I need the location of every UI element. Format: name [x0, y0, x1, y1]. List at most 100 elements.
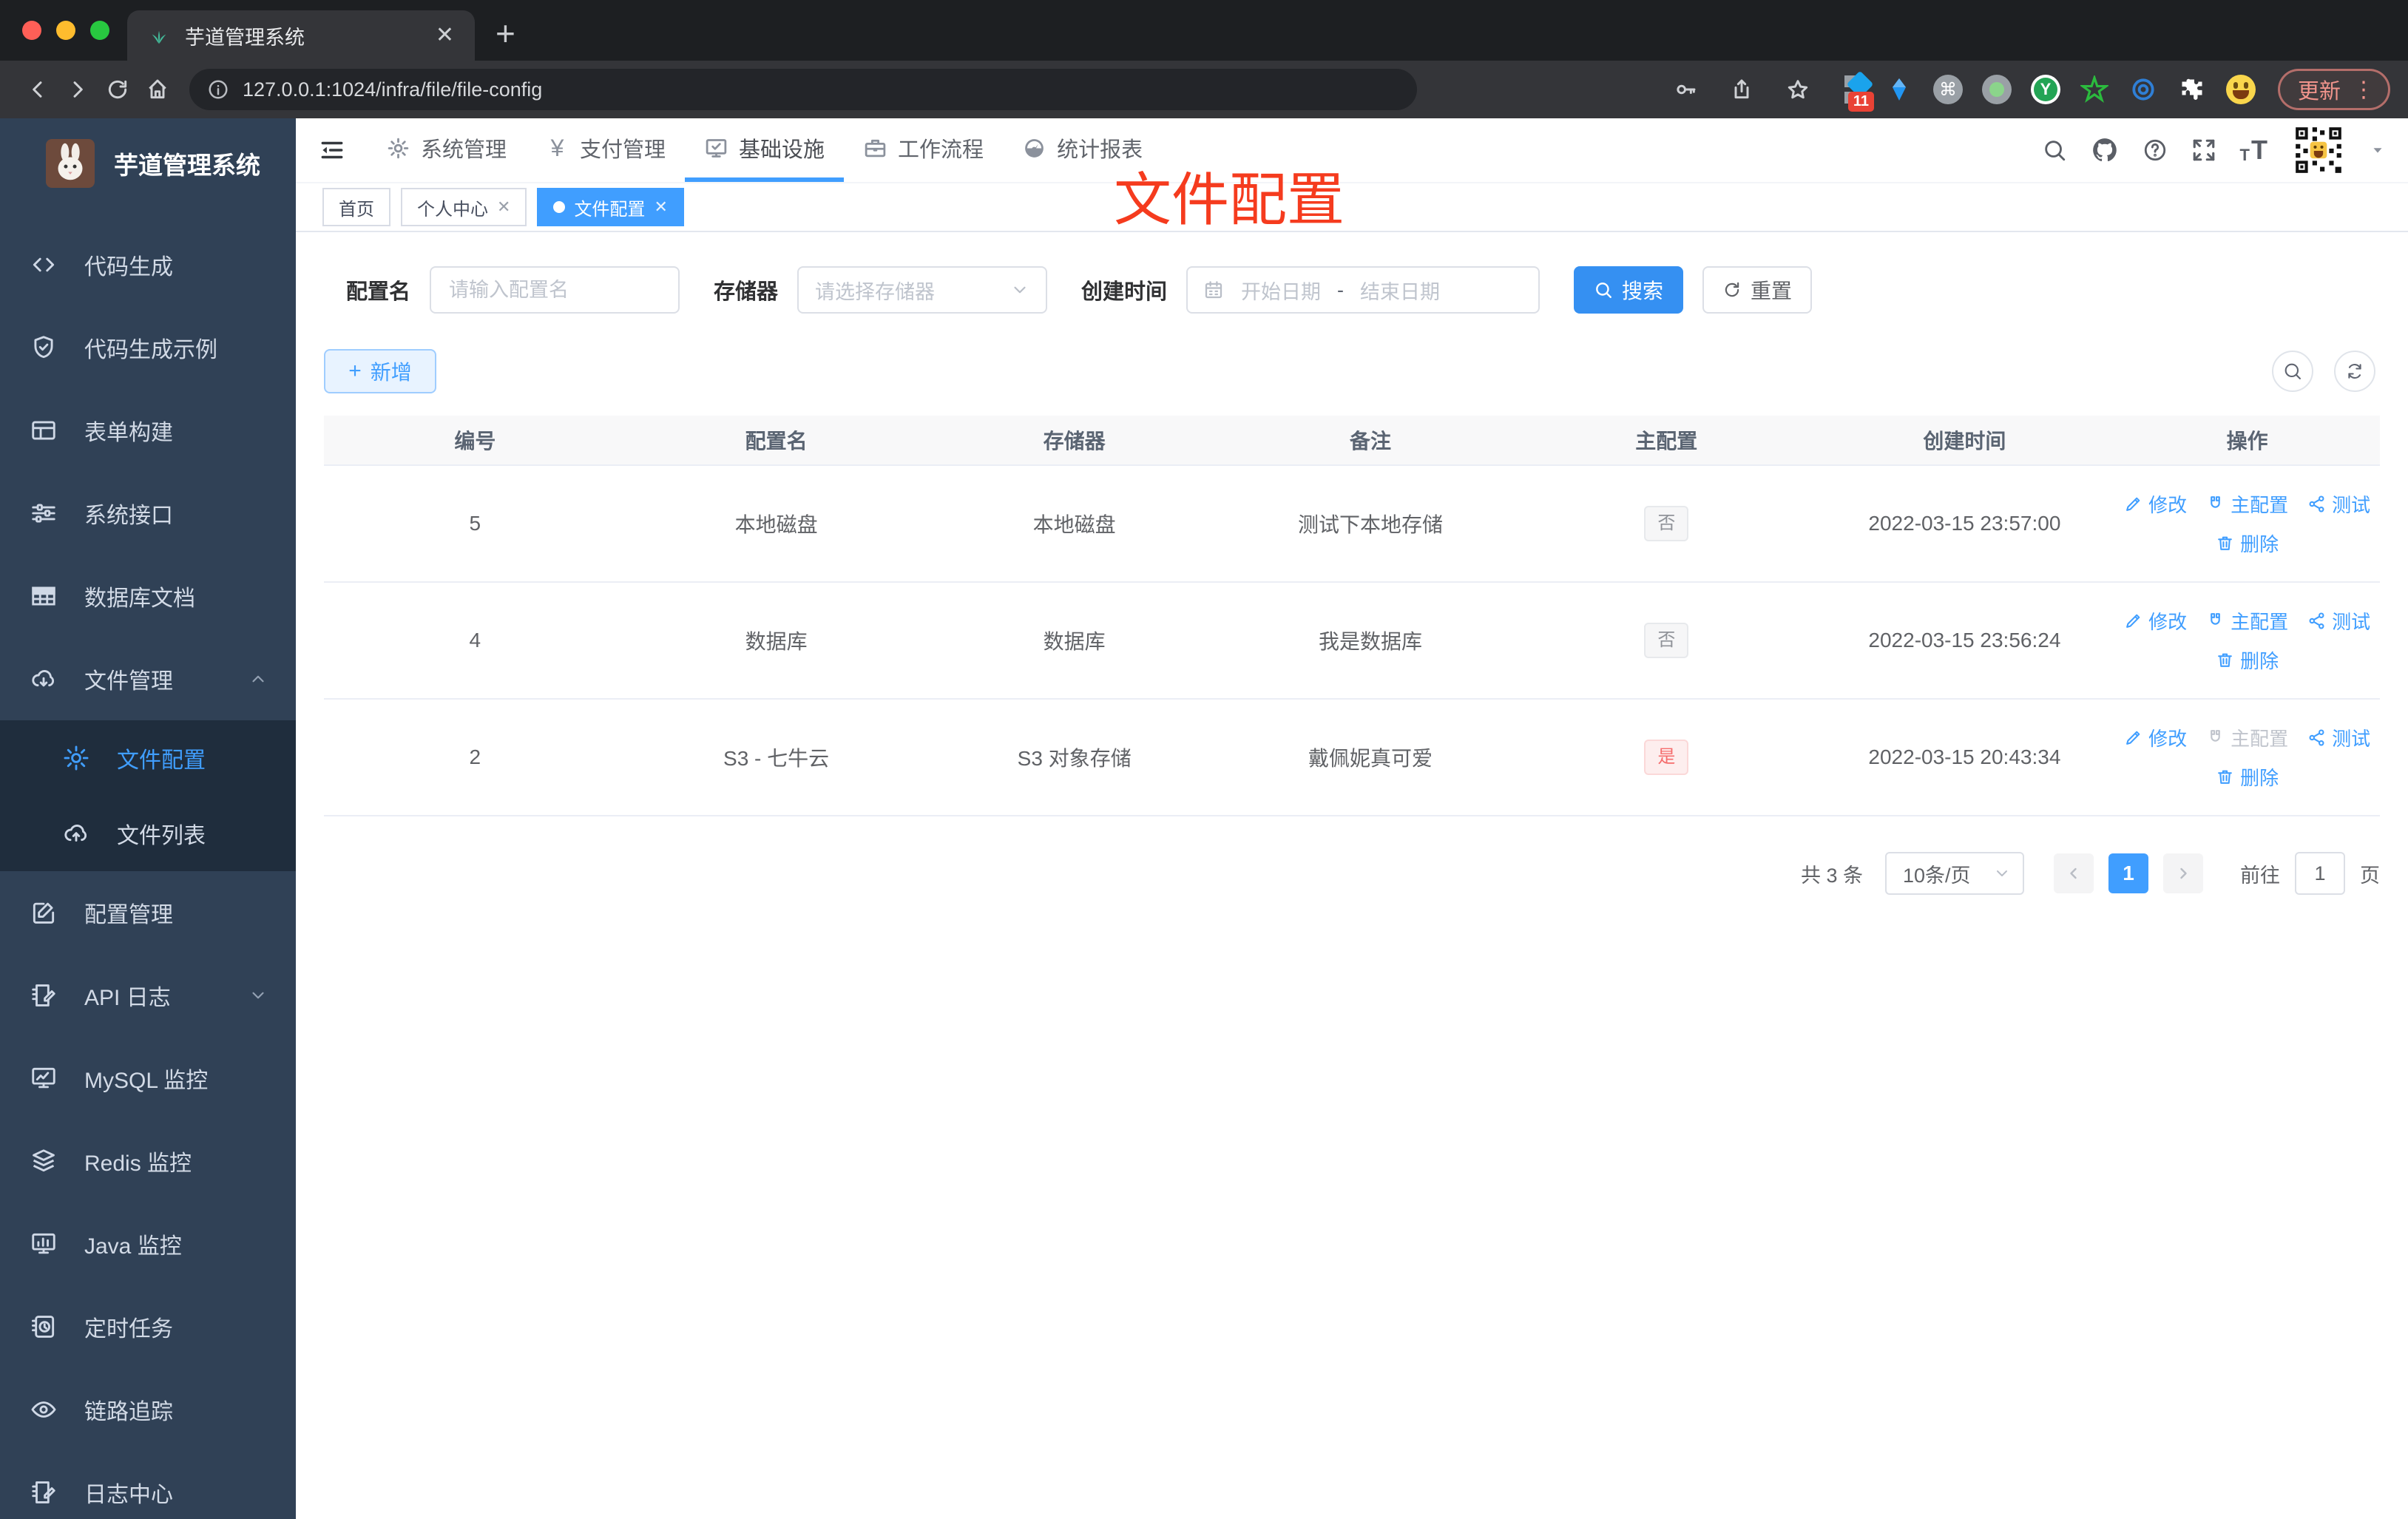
sidebar-item-db-doc[interactable]: 数据库文档	[0, 555, 296, 637]
window-close-button[interactable]	[22, 21, 41, 40]
magnifier-icon	[1596, 283, 1611, 298]
fullscreen-icon[interactable]	[2191, 138, 2216, 163]
browser-tab[interactable]: 芋道管理系统 ✕	[127, 10, 475, 61]
sidebar-item-system-api[interactable]: 系统接口	[0, 472, 296, 555]
table-search-toggle-icon[interactable]	[2272, 351, 2313, 392]
sidebar-item-file-config[interactable]: 文件配置	[0, 720, 296, 796]
browser-update-button[interactable]: 更新 ⋮	[2277, 69, 2390, 110]
config-name-input[interactable]	[430, 266, 680, 314]
goto-page: 前往 页	[2240, 852, 2380, 895]
forward-icon[interactable]	[58, 70, 98, 109]
reset-button[interactable]: 重置	[1702, 266, 1813, 314]
goto-page-input[interactable]	[2295, 852, 2345, 895]
sidebar-item-java-monitor[interactable]: Java 监控	[0, 1202, 296, 1285]
sidebar-item-file-management[interactable]: 文件管理	[0, 637, 296, 720]
tab-payment-management[interactable]: ¥ 支付管理	[526, 118, 685, 182]
sidebar-item-file-list[interactable]: 文件列表	[0, 796, 296, 871]
test-link[interactable]: 测试	[2307, 607, 2370, 635]
sidebar-item-api-log[interactable]: API 日志	[0, 954, 296, 1037]
share-icon[interactable]	[1722, 70, 1762, 109]
sidebar-collapse-icon[interactable]	[318, 136, 346, 164]
magnet-icon	[2211, 613, 2220, 625]
sidebar-item-redis-monitor[interactable]: Redis 监控	[0, 1120, 296, 1202]
tab-close-icon[interactable]: ✕	[436, 24, 454, 47]
sidebar-item-label: 代码生成示例	[84, 338, 217, 362]
new-tab-button[interactable]: +	[496, 16, 515, 50]
sidebar-item-scheduled-tasks[interactable]: 定时任务	[0, 1285, 296, 1368]
extension-tiles-icon[interactable]: 11	[1834, 70, 1874, 112]
github-icon[interactable]	[2091, 136, 2119, 164]
back-icon[interactable]	[18, 70, 58, 109]
table-refresh-icon[interactable]	[2334, 351, 2375, 392]
tag-file-config[interactable]: 文件配置 ✕	[537, 188, 684, 226]
prev-page-icon[interactable]	[2054, 853, 2094, 893]
close-icon[interactable]: ✕	[654, 199, 667, 215]
edit-link[interactable]: 修改	[2124, 490, 2187, 518]
search-button[interactable]: 搜索	[1574, 266, 1684, 314]
close-icon[interactable]: ✕	[497, 199, 510, 215]
table-row: 4 数据库 数据库 我是数据库 否 2022-03-15 23:56:24 修改…	[324, 583, 2380, 700]
current-page-button[interactable]: 1	[2108, 853, 2148, 893]
help-icon[interactable]	[2142, 138, 2168, 163]
sidebar-logo[interactable]: 芋道管理系统	[0, 118, 296, 209]
sidebar-item-code-demo[interactable]: 代码生成示例	[0, 306, 296, 389]
reload-icon[interactable]	[98, 70, 138, 109]
browser-menu-icon[interactable]: ⋮	[2353, 77, 2375, 103]
tag-profile[interactable]: 个人中心 ✕	[401, 188, 527, 226]
extension-eye-icon[interactable]	[2127, 73, 2160, 106]
delete-link[interactable]: 删除	[2216, 646, 2279, 674]
site-info-icon[interactable]	[207, 78, 229, 101]
font-size-icon[interactable]: TT	[2240, 137, 2267, 163]
delete-link[interactable]: 删除	[2216, 530, 2279, 557]
sidebar-item-label: 文件管理	[84, 669, 173, 694]
user-avatar-qr[interactable]	[2291, 123, 2346, 177]
set-master-link[interactable]: 主配置	[2206, 607, 2288, 635]
password-key-icon[interactable]	[1665, 70, 1705, 109]
cell-name: 数据库	[745, 630, 808, 653]
extension-emoji-icon[interactable]	[2225, 73, 2257, 106]
edit-link[interactable]: 修改	[2124, 607, 2187, 635]
next-page-icon[interactable]	[2163, 853, 2203, 893]
sidebar-item-form-builder[interactable]: 表单构建	[0, 389, 296, 472]
address-bar[interactable]: 127.0.0.1:1024/infra/file/file-config	[189, 69, 1417, 110]
page-size-select[interactable]: 10条/页	[1885, 852, 2024, 895]
extension-recorder-icon[interactable]	[1981, 73, 2013, 106]
window-minimize-button[interactable]	[56, 21, 75, 40]
tab-system-management[interactable]: 系统管理	[367, 118, 526, 182]
extension-kite-icon[interactable]	[1883, 73, 1915, 106]
cell-name: S3 - 七牛云	[723, 747, 830, 770]
shield-check-icon	[34, 336, 53, 359]
date-range-picker[interactable]: 开始日期 - 结束日期	[1186, 266, 1540, 314]
extensions-puzzle-icon[interactable]	[2176, 73, 2208, 106]
sidebar-item-mysql-monitor[interactable]: MySQL 监控	[0, 1037, 296, 1120]
window-zoom-button[interactable]	[90, 21, 109, 40]
tag-home[interactable]: 首页	[322, 188, 390, 226]
sidebar-item-config-management[interactable]: 配置管理	[0, 871, 296, 954]
home-icon[interactable]	[138, 70, 177, 109]
sidebar-item-tracing[interactable]: 链路追踪	[0, 1368, 296, 1451]
sidebar-item-log-center[interactable]: 日志中心	[0, 1451, 296, 1519]
extension-command-icon[interactable]: ⌘	[1932, 73, 1964, 106]
avatar-caret-down-icon[interactable]	[2370, 142, 2386, 158]
bookmark-star-icon[interactable]	[1778, 70, 1818, 109]
test-link[interactable]: 测试	[2307, 724, 2370, 751]
tab-workflow[interactable]: 工作流程	[844, 118, 1003, 182]
cell-id: 5	[469, 512, 481, 535]
sidebar-item-code-generation[interactable]: 代码生成	[0, 223, 296, 306]
tab-reports[interactable]: 统计报表	[1003, 118, 1162, 182]
search-icon[interactable]	[2042, 138, 2067, 163]
schedule-clock-icon	[32, 1316, 55, 1338]
form-table-icon	[32, 421, 55, 440]
edit-link[interactable]: 修改	[2124, 724, 2187, 751]
extension-y-icon[interactable]: Y	[2029, 73, 2062, 106]
test-link[interactable]: 测试	[2307, 490, 2370, 518]
tab-infrastructure[interactable]: 基础设施	[685, 118, 845, 182]
table-row: 2 S3 - 七牛云 S3 对象存储 戴佩妮真可爱 是 2022-03-15 2…	[324, 700, 2380, 816]
column-header-storage: 存储器	[1043, 430, 1106, 453]
storage-select[interactable]: 请选择存储器	[797, 266, 1048, 314]
add-button[interactable]: + 新增	[324, 349, 436, 393]
cell-time: 2022-03-15 20:43:34	[1868, 745, 2061, 768]
set-master-link[interactable]: 主配置	[2206, 490, 2288, 518]
extension-star-icon[interactable]	[2078, 73, 2111, 106]
delete-link[interactable]: 删除	[2216, 763, 2279, 791]
